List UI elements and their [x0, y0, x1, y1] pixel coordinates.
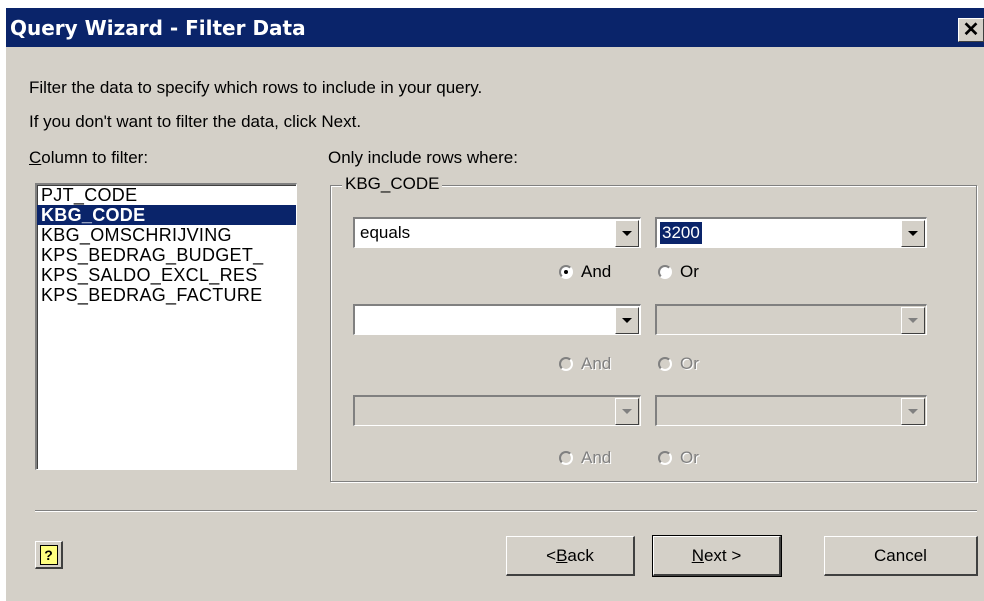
list-item-kps-bedrag-budget[interactable]: KPS_BEDRAG_BUDGET_ [37, 245, 296, 265]
window-title: Query Wizard - Filter Data [10, 15, 306, 40]
radio-or-2: Or [658, 354, 699, 374]
cancel-button[interactable]: Cancel [824, 536, 978, 576]
next-button[interactable]: Next > [652, 535, 782, 577]
back-button[interactable]: < Back [506, 536, 635, 576]
chevron-down-icon [908, 409, 918, 414]
list-item-pjt-code[interactable]: PJT_CODE [37, 185, 296, 205]
intro-line-1: Filter the data to specify which rows to… [29, 78, 483, 97]
dropdown-button-2[interactable] [901, 220, 925, 247]
criteria-group-title: KBG_CODE [342, 174, 443, 194]
chevron-down-icon [622, 409, 632, 414]
list-item-kps-saldo-excl-res[interactable]: KPS_SALDO_EXCL_RES [37, 265, 296, 285]
list-item-kbg-omschrijving[interactable]: KBG_OMSCHRIJVING [37, 225, 296, 245]
close-icon: ✕ [962, 19, 980, 41]
operator-value-2 [358, 309, 362, 331]
value-select-1[interactable]: 3200 [655, 217, 927, 248]
list-item-kbg-code[interactable]: KBG_CODE [37, 205, 296, 225]
value-value-2 [660, 309, 664, 331]
radio-or-1[interactable]: Or [658, 262, 699, 282]
list-item-kps-bedrag-facture[interactable]: KPS_BEDRAG_FACTURE [37, 285, 296, 305]
radio-or-3: Or [658, 448, 699, 468]
column-to-filter-label: Column to filter: [29, 148, 149, 167]
operator-select-1[interactable]: equals [353, 217, 641, 248]
dropdown-button-4 [901, 307, 925, 334]
radio-button-icon [658, 451, 672, 465]
radio-and-1[interactable]: And [559, 262, 611, 282]
intro-line-2: If you don't want to filter the data, cl… [29, 112, 362, 131]
help-button[interactable]: ? [35, 541, 63, 569]
dropdown-button-3[interactable] [615, 307, 639, 334]
dropdown-button-1[interactable] [615, 220, 639, 247]
radio-button-icon [559, 357, 573, 371]
only-include-rows-label: Only include rows where: [328, 148, 518, 167]
chevron-down-icon [622, 318, 632, 323]
radio-and-3: And [559, 448, 611, 468]
column-list[interactable]: PJT_CODE KBG_CODE KBG_OMSCHRIJVING KPS_B… [35, 183, 297, 470]
footer-separator [35, 510, 977, 512]
dropdown-button-5 [615, 398, 639, 425]
value-value-1: 3200 [660, 222, 702, 244]
title-bar: Query Wizard - Filter Data ✕ [6, 0, 984, 47]
help-icon: ? [39, 544, 58, 565]
dropdown-button-6 [901, 398, 925, 425]
chevron-down-icon [908, 318, 918, 323]
operator-value-3 [358, 400, 362, 422]
close-button[interactable]: ✕ [958, 18, 984, 42]
radio-button-icon [559, 265, 573, 279]
operator-select-2[interactable] [353, 304, 641, 335]
radio-button-icon [658, 265, 672, 279]
radio-and-2: And [559, 354, 611, 374]
operator-value-1: equals [360, 223, 411, 242]
value-value-3 [660, 400, 664, 422]
operator-select-3 [353, 395, 641, 426]
query-wizard-window: Query Wizard - Filter Data ✕ Filter the … [6, 0, 984, 601]
value-select-2 [655, 304, 927, 335]
value-select-3 [655, 395, 927, 426]
radio-button-icon [559, 451, 573, 465]
radio-button-icon [658, 357, 672, 371]
chevron-down-icon [622, 231, 632, 236]
chevron-down-icon [908, 231, 918, 236]
